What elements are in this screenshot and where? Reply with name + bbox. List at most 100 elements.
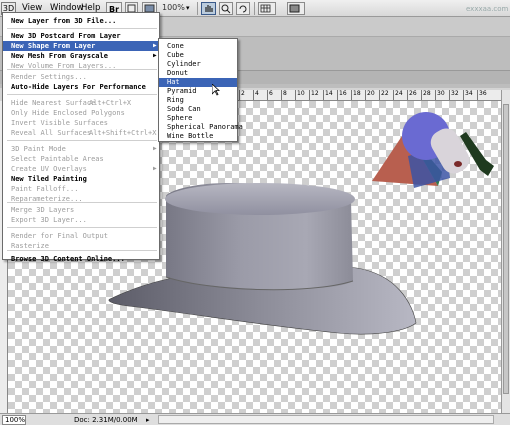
ruler-tick-label: 2 <box>239 90 245 100</box>
ruler-tick-label: 4 <box>253 90 259 100</box>
menu-item[interactable]: New Volume From Layers... <box>3 61 159 71</box>
status-menu-arrow-icon[interactable]: ▸ <box>146 415 150 425</box>
ruler-tick-label: 36 <box>477 90 487 100</box>
submenu-arrow-icon: ▶ <box>153 42 157 49</box>
menu-item-label: 3D Paint Mode <box>11 145 66 153</box>
menu-item-label: Paint Falloff... <box>11 185 79 193</box>
menu-item[interactable]: Reparameterize... <box>3 194 159 204</box>
submenu-item[interactable]: Hat <box>159 78 237 87</box>
menu-item-label: Render for Final Output <box>11 232 108 240</box>
ruler-tick-label: 8 <box>281 90 287 100</box>
menu-item-label: New Mesh From Grayscale <box>11 52 108 60</box>
ruler-tick-label: 32 <box>449 90 459 100</box>
submenu-arrow-icon: ▶ <box>153 145 157 152</box>
menu-separator <box>7 94 157 95</box>
menu-item-label: Only Hide Enclosed Polygons <box>11 109 125 117</box>
horizontal-scrollbar[interactable] <box>158 415 494 424</box>
menu-item[interactable]: New Mesh From Grayscale ▶ <box>3 51 159 61</box>
ruler-tick-label: 14 <box>323 90 333 100</box>
submenu-item[interactable]: Cylinder <box>159 60 237 69</box>
menu-item[interactable]: 3D Paint Mode ▶ <box>3 144 159 154</box>
menu-item[interactable]: Browse 3D Content Online... <box>3 254 159 264</box>
menu-item-shortcut: Alt+Shift+Ctrl+X <box>89 129 157 137</box>
menu-item[interactable]: New 3D Postcard From Layer <box>3 31 159 41</box>
submenu-item[interactable]: Cube <box>159 51 237 60</box>
shapes-preview <box>372 112 494 188</box>
menu-item-label: Export 3D Layer... <box>11 216 87 224</box>
submenu-arrow-icon: ▶ <box>153 165 157 172</box>
menu-item[interactable]: Create UV Overlays ▶ <box>3 164 159 174</box>
menu-item[interactable]: Paint Falloff... <box>3 184 159 194</box>
status-zoom-field[interactable]: 100% <box>2 415 26 425</box>
mouse-cursor-icon <box>212 84 220 96</box>
menu-item[interactable]: Render for Final Output <box>3 231 159 241</box>
menu-separator <box>7 28 157 29</box>
ruler-tick-label: 34 <box>463 90 473 100</box>
submenu-item[interactable]: Sphere <box>159 114 237 123</box>
ruler-tick-label: 28 <box>421 90 431 100</box>
menu-item-shortcut: Alt+Ctrl+X <box>89 99 132 107</box>
zoom-dropdown-icon[interactable]: ▾ <box>186 4 190 12</box>
submenu-item[interactable]: Spherical Panorama <box>159 123 243 132</box>
menu-item-label: Render Settings... <box>11 73 87 81</box>
submenu-item[interactable]: Soda Can <box>159 105 237 114</box>
ruler-tick-label: 24 <box>393 90 403 100</box>
menu-item-label: Browse 3D Content Online... <box>11 255 125 263</box>
zoom-level[interactable]: 100% <box>162 3 185 12</box>
menu-item-label: Create UV Overlays <box>11 165 87 173</box>
menu-item-label: Reparameterize... <box>11 195 83 203</box>
submenu-item[interactable]: Pyramid <box>159 87 237 96</box>
watermark: exxxaa.com <box>466 5 509 13</box>
menu-item[interactable]: Rasterize <box>3 241 159 251</box>
ruler-tick-label: 26 <box>407 90 417 100</box>
menu-item-label: Hide Nearest Surface <box>11 99 96 107</box>
menu-item-label: New Layer from 3D File... <box>11 17 117 25</box>
vertical-scrollbar[interactable] <box>501 90 510 413</box>
menu-separator <box>7 227 157 228</box>
rotate-view-icon[interactable] <box>236 2 250 15</box>
menu-item[interactable]: Render Settings... <box>3 72 159 82</box>
ruler-tick-label: 22 <box>379 90 389 100</box>
menu-item[interactable]: Auto-Hide Layers For Performance <box>3 82 159 92</box>
document-info: Doc: 2.31M/0.00M <box>74 416 138 424</box>
menu-item-label: Merge 3D Layers <box>11 206 75 214</box>
menu-item[interactable]: Hide Nearest Surface Alt+Ctrl+X <box>3 98 159 108</box>
menu-item[interactable]: Invert Visible Surfaces <box>3 118 159 128</box>
new-shape-submenu: Cone Cube Cylinder Donut Hat Pyramid Ring Soda … <box>158 38 243 142</box>
status-bar: 100% Doc: 2.31M/0.00M ▸ <box>0 413 510 425</box>
submenu-item[interactable]: Cone <box>159 42 237 51</box>
menu-item-label: New Tiled Painting <box>11 175 87 183</box>
submenu-item[interactable]: Ring <box>159 96 237 105</box>
ruler-tick-label: 16 <box>337 90 347 100</box>
hand-tool-icon[interactable] <box>201 2 216 15</box>
menu-item[interactable]: New Tiled Painting <box>3 174 159 184</box>
menu-item[interactable]: Only Hide Enclosed Polygons <box>3 108 159 118</box>
menu-item[interactable]: Select Paintable Areas <box>3 154 159 164</box>
menu-separator <box>7 140 157 141</box>
menu-item-label: New 3D Postcard From Layer <box>11 32 121 40</box>
menu-item-label: New Volume From Layers... <box>11 62 117 70</box>
menu-item-label: Select Paintable Areas <box>11 155 104 163</box>
menu-item[interactable]: Reveal All Surfaces Alt+Shift+Ctrl+X <box>3 128 159 138</box>
menu-item[interactable]: New Shape From Layer ▶ <box>3 41 159 51</box>
zoom-tool-icon[interactable] <box>219 2 233 15</box>
ruler-tick-label: 12 <box>309 90 319 100</box>
ruler-tick-label: 6 <box>267 90 273 100</box>
menu-item-label: Rasterize <box>11 242 49 250</box>
menu-item[interactable]: New Layer from 3D File... <box>3 16 159 26</box>
extras-icon[interactable] <box>287 2 305 15</box>
ruler-tick-label: 10 <box>295 90 305 100</box>
submenu-item[interactable]: Wine Bottle <box>159 132 237 141</box>
submenu-arrow-icon: ▶ <box>153 52 157 59</box>
menu-item[interactable]: Merge 3D Layers <box>3 205 159 215</box>
submenu-item[interactable]: Donut <box>159 69 237 78</box>
grid-icon[interactable] <box>258 2 276 15</box>
menu-3d-dropdown: New Layer from 3D File... New 3D Postcard… <box>2 12 160 263</box>
vertical-scroll-thumb[interactable] <box>503 104 509 394</box>
menu-item[interactable]: Export 3D Layer... <box>3 215 159 225</box>
ruler-tick-label: 18 <box>351 90 361 100</box>
menu-item-label: Reveal All Surfaces <box>11 129 92 137</box>
menu-item-label: Auto-Hide Layers For Performance <box>11 83 146 91</box>
menu-item-label: New Shape From Layer <box>11 42 96 50</box>
ruler-tick-label: 30 <box>435 90 445 100</box>
